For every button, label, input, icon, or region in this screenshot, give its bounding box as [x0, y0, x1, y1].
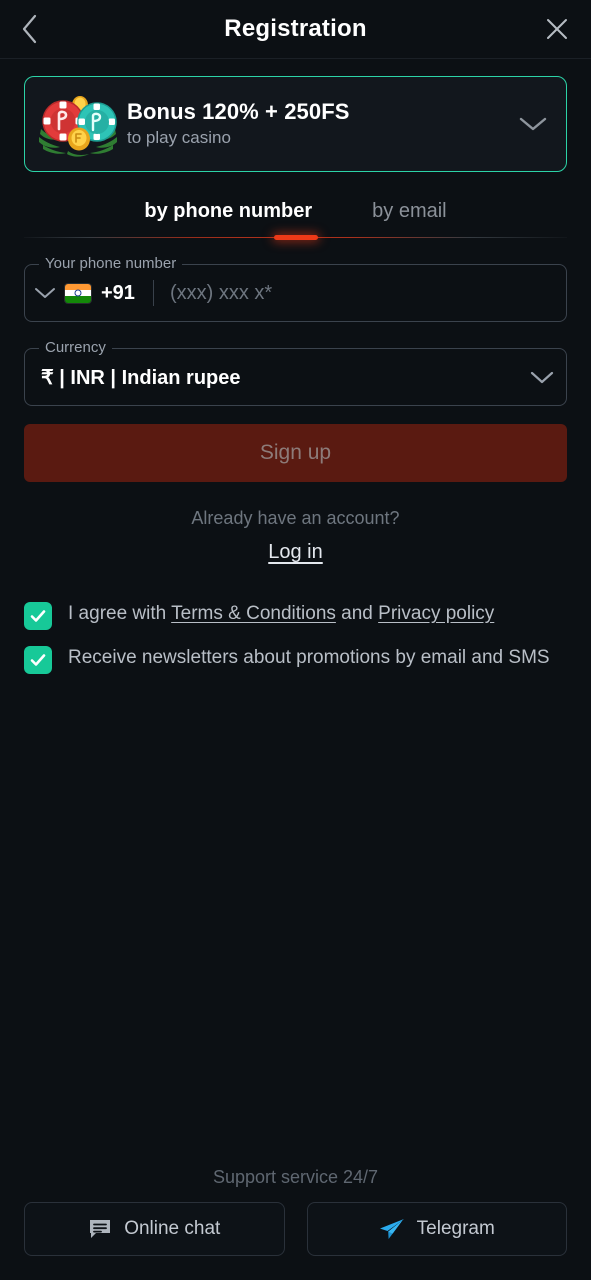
login-row: Log in: [24, 541, 567, 564]
registration-method-tabs: by phone number by email: [0, 200, 591, 237]
agreement-row-newsletter: Receive newsletters about promotions by …: [24, 644, 567, 674]
sign-up-button[interactable]: Sign up: [24, 424, 567, 482]
agreement-row-terms: I agree with Terms & Conditions and Priv…: [24, 600, 567, 630]
newsletter-label: Receive newsletters about promotions by …: [68, 647, 550, 668]
flag-india-icon: [65, 283, 91, 303]
support-service-label: Support service 24/7: [212, 1167, 379, 1187]
telegram-button[interactable]: Telegram: [306, 1202, 567, 1256]
currency-selected-value: ₹ | INR | Indian rupee: [41, 366, 241, 389]
currency-field-label: Currency: [39, 339, 112, 357]
privacy-policy-link[interactable]: Privacy policy: [378, 603, 494, 624]
log-in-link[interactable]: Log in: [268, 541, 323, 563]
phone-number-input[interactable]: [169, 281, 566, 305]
terms-prefix: I agree with: [68, 603, 172, 624]
terms-checkbox[interactable]: [24, 602, 52, 630]
support-footer: Support service 24/7 Online chat Telegra…: [0, 1167, 591, 1280]
bonus-subtitle: to play casino: [127, 128, 231, 147]
terms-middle: and: [335, 603, 379, 624]
terms-conditions-link[interactable]: Terms & Conditions: [171, 603, 336, 624]
currency-dropdown-button[interactable]: [518, 369, 566, 385]
chevron-left-icon: [22, 14, 37, 44]
back-button[interactable]: [8, 7, 52, 51]
tab-rail: [24, 235, 567, 240]
support-buttons: Online chat Telegram: [24, 1202, 567, 1256]
newsletter-checkbox[interactable]: [24, 646, 52, 674]
phone-field-label: Your phone number: [39, 255, 183, 273]
bonus-title: Bonus 120% + 250FS: [127, 99, 350, 124]
telegram-plane-icon: [379, 1219, 404, 1239]
chevron-down-icon: [519, 117, 547, 131]
page-title: Registration: [224, 15, 367, 42]
bonus-banner-container: Bonus 120% + 250FS to play casino: [0, 59, 591, 172]
chevron-down-icon: [530, 371, 554, 384]
country-code-dropdown[interactable]: [25, 286, 65, 300]
tab-by-phone-number[interactable]: by phone number: [142, 200, 314, 237]
telegram-label: Telegram: [416, 1218, 495, 1239]
tab-active-indicator: [273, 235, 318, 240]
online-chat-label: Online chat: [124, 1218, 221, 1239]
bonus-banner-texts: Bonus 120% + 250FS to play casino: [121, 99, 514, 149]
online-chat-button[interactable]: Online chat: [24, 1202, 285, 1256]
agreements-section: I agree with Terms & Conditions and Priv…: [0, 600, 591, 688]
chat-bubble-icon: [90, 1220, 111, 1238]
check-icon: [30, 654, 46, 666]
casino-chips-icon: [35, 89, 121, 159]
already-have-account-label: Already have an account?: [191, 508, 400, 528]
check-icon: [30, 610, 46, 622]
close-icon: [547, 19, 567, 39]
phone-number-field[interactable]: Your phone number +91: [24, 255, 567, 322]
currency-field[interactable]: Currency ₹ | INR | Indian rupee: [24, 339, 567, 406]
chevron-down-icon: [35, 288, 55, 298]
tab-by-email[interactable]: by email: [370, 200, 448, 237]
dial-code: +91: [101, 281, 135, 304]
registration-form: Your phone number +91 Currency ₹ | INR |…: [0, 238, 591, 564]
bonus-expand-button[interactable]: [514, 115, 552, 133]
bonus-banner[interactable]: Bonus 120% + 250FS to play casino: [24, 76, 567, 172]
terms-label: I agree with Terms & Conditions and Priv…: [52, 600, 494, 627]
close-button[interactable]: [537, 9, 577, 49]
app-header: Registration: [0, 0, 591, 59]
field-divider: [152, 280, 154, 306]
